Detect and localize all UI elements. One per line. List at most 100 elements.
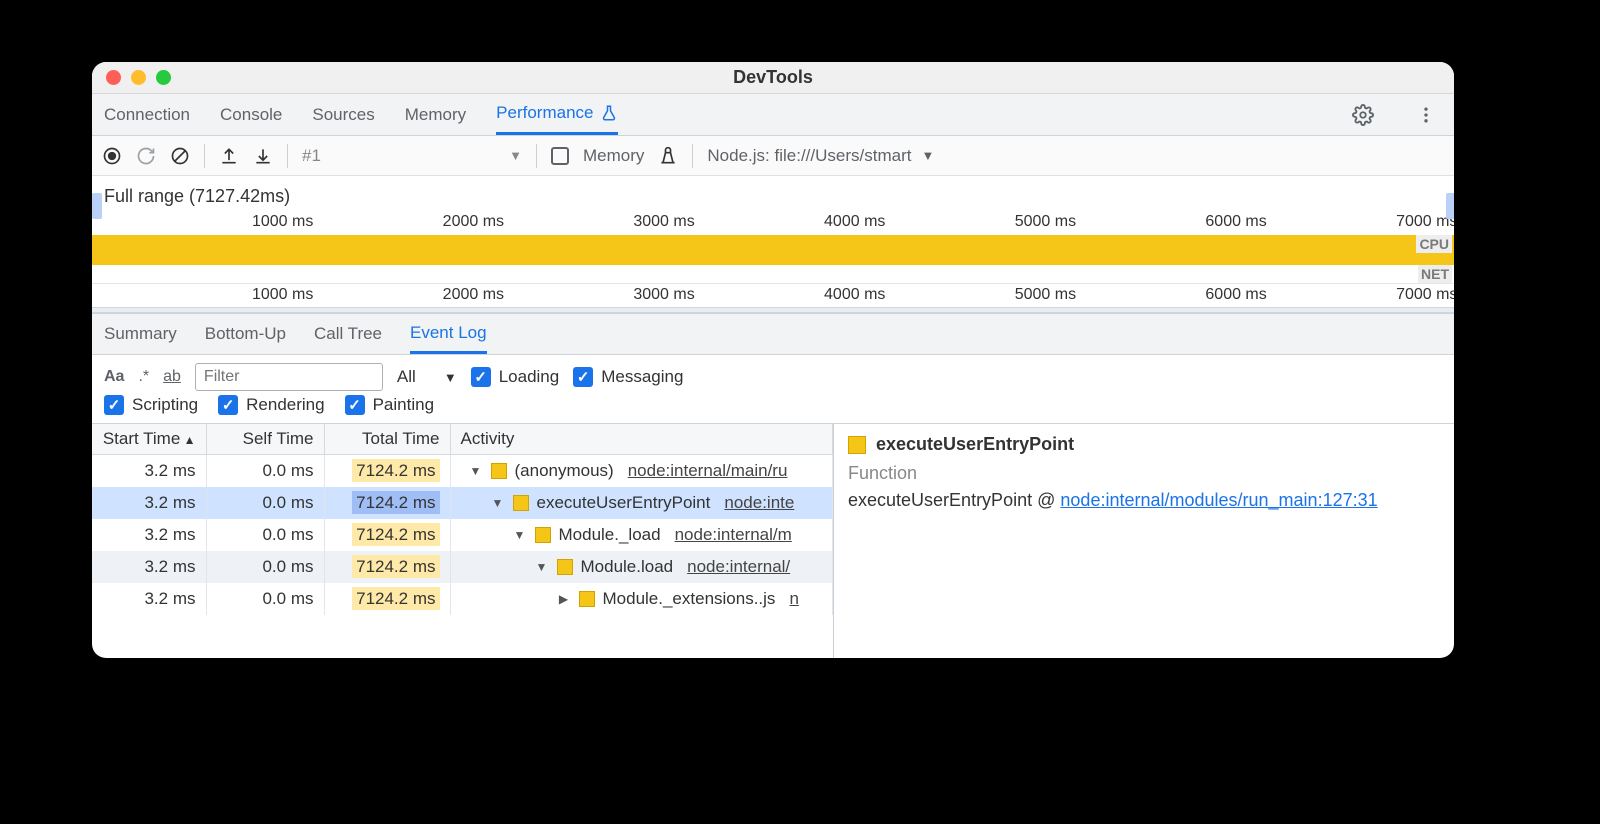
titlebar: DevTools <box>92 62 1454 94</box>
scripting-checkbox[interactable]: ✓ Scripting <box>104 395 198 415</box>
activity-name: executeUserEntryPoint <box>537 493 711 513</box>
net-label: NET <box>1418 265 1452 283</box>
activity-name: Module.load <box>581 557 674 577</box>
activity-source-link[interactable]: node:internal/ <box>687 557 790 577</box>
column-activity[interactable]: Activity <box>450 424 833 455</box>
window-title: DevTools <box>92 67 1454 88</box>
tab-summary[interactable]: Summary <box>104 314 177 354</box>
table-row[interactable]: 3.2 ms0.0 ms7124.2 ms▶Module._extensions… <box>92 583 833 615</box>
event-log-table: Start Time Self Time Total Time Activity… <box>92 424 834 658</box>
filter-row-2: ✓ Scripting ✓ Rendering ✓ Painting <box>92 395 1454 423</box>
tick-label: 5000 ms <box>1015 286 1076 304</box>
tick-label: 2000 ms <box>443 213 504 231</box>
scripting-color-swatch <box>513 495 529 511</box>
tick-label: 3000 ms <box>633 286 694 304</box>
chevron-down-icon: ▼ <box>921 148 934 163</box>
checkbox-checked-icon: ✓ <box>345 395 365 415</box>
upload-profile-button[interactable] <box>219 146 239 166</box>
session-selector-label: #1 <box>302 146 321 166</box>
collect-garbage-button[interactable] <box>658 146 678 166</box>
tab-performance[interactable]: Performance <box>496 94 617 135</box>
table-row[interactable]: 3.2 ms0.0 ms7124.2 ms▼Module.loadnode:in… <box>92 551 833 583</box>
bottom-split: Start Time Self Time Total Time Activity… <box>92 423 1454 658</box>
tick-label: 1000 ms <box>252 286 313 304</box>
activity-source-link[interactable]: node:internal/m <box>675 525 792 545</box>
tick-label: 5000 ms <box>1015 213 1076 231</box>
checkbox-checked-icon: ✓ <box>104 395 124 415</box>
memory-checkbox[interactable]: Memory <box>551 146 644 166</box>
details-source-link[interactable]: node:internal/modules/run_main:127:31 <box>1060 490 1377 510</box>
tab-memory[interactable]: Memory <box>405 94 466 135</box>
details-at: @ <box>1037 490 1055 510</box>
column-start-time[interactable]: Start Time <box>92 424 206 455</box>
target-selector[interactable]: Node.js: file:///Users/stmart ▼ <box>707 146 934 166</box>
scripting-color-swatch <box>557 559 573 575</box>
cpu-label: CPU <box>1416 235 1452 253</box>
scripting-color-swatch <box>579 591 595 607</box>
cpu-usage-bar <box>92 235 1454 265</box>
tick-label: 4000 ms <box>824 286 885 304</box>
memory-checkbox-label: Memory <box>583 146 644 166</box>
tab-sources[interactable]: Sources <box>312 94 374 135</box>
disclosure-triangle-icon[interactable]: ▼ <box>491 496 505 510</box>
messaging-checkbox[interactable]: ✓ Messaging <box>573 367 683 387</box>
chevron-down-icon: ▼ <box>444 370 457 385</box>
settings-button[interactable] <box>1346 100 1380 130</box>
main-tabs: Connection Console Sources Memory Perfor… <box>92 94 1454 136</box>
painting-checkbox[interactable]: ✓ Painting <box>345 395 434 415</box>
clear-button[interactable] <box>170 146 190 166</box>
scripting-color-swatch <box>535 527 551 543</box>
match-whole-word-button[interactable]: ab <box>163 368 181 386</box>
details-title: executeUserEntryPoint <box>876 434 1074 455</box>
tab-connection[interactable]: Connection <box>104 94 190 135</box>
scripting-color-swatch <box>848 436 866 454</box>
overview-ruler-bottom: 1000 ms 2000 ms 3000 ms 4000 ms 5000 ms … <box>92 283 1454 307</box>
activity-source-link[interactable]: node:internal/main/ru <box>628 461 788 481</box>
column-total-time[interactable]: Total Time <box>324 424 450 455</box>
tab-call-tree[interactable]: Call Tree <box>314 314 382 354</box>
details-source-line: executeUserEntryPoint @ node:internal/mo… <box>848 490 1440 511</box>
devtools-window: DevTools Connection Console Sources Memo… <box>92 62 1454 658</box>
disclosure-triangle-icon[interactable]: ▼ <box>535 560 549 574</box>
range-label: Full range (7127.42ms) <box>92 176 1454 213</box>
record-button[interactable] <box>102 146 122 166</box>
target-selector-label: Node.js: file:///Users/stmart <box>707 146 911 166</box>
activity-source-link[interactable]: n <box>789 589 798 609</box>
details-fn-name: executeUserEntryPoint <box>848 490 1032 510</box>
filter-input[interactable] <box>195 363 383 391</box>
loading-checkbox[interactable]: ✓ Loading <box>471 367 560 387</box>
tick-label: 3000 ms <box>633 213 694 231</box>
scripting-checkbox-label: Scripting <box>132 395 198 415</box>
table-row[interactable]: 3.2 ms0.0 ms7124.2 ms▼(anonymous)node:in… <box>92 455 833 488</box>
download-profile-button[interactable] <box>253 146 273 166</box>
tick-label: 7000 ms <box>1396 286 1454 304</box>
tab-bottom-up[interactable]: Bottom-Up <box>205 314 286 354</box>
activity-name: Module._load <box>559 525 661 545</box>
regex-button[interactable]: .* <box>138 368 149 386</box>
tab-performance-label: Performance <box>496 103 593 123</box>
table-row[interactable]: 3.2 ms0.0 ms7124.2 ms▼Module._loadnode:i… <box>92 519 833 551</box>
timeline-overview[interactable]: 1000 ms 2000 ms 3000 ms 4000 ms 5000 ms … <box>92 213 1454 307</box>
kebab-menu-button[interactable] <box>1410 101 1442 129</box>
table-row[interactable]: 3.2 ms0.0 ms7124.2 ms▼executeUserEntryPo… <box>92 487 833 519</box>
painting-checkbox-label: Painting <box>373 395 434 415</box>
activity-source-link[interactable]: node:inte <box>724 493 794 513</box>
disclosure-triangle-icon[interactable]: ▼ <box>513 528 527 542</box>
activity-name: Module._extensions..js <box>603 589 776 609</box>
column-self-time[interactable]: Self Time <box>206 424 324 455</box>
scope-dropdown[interactable]: All ▼ <box>397 367 457 387</box>
detail-tabs: Summary Bottom-Up Call Tree Event Log <box>92 313 1454 355</box>
tab-event-log[interactable]: Event Log <box>410 314 487 354</box>
disclosure-triangle-icon[interactable]: ▼ <box>469 464 483 478</box>
range-handle-right[interactable] <box>1446 193 1454 219</box>
session-selector[interactable]: #1 ▼ <box>302 146 522 166</box>
scope-dropdown-label: All <box>397 367 416 387</box>
range-handle-left[interactable] <box>92 193 102 219</box>
disclosure-triangle-icon[interactable]: ▶ <box>557 592 571 606</box>
overview-ruler-top: 1000 ms 2000 ms 3000 ms 4000 ms 5000 ms … <box>92 213 1454 233</box>
reload-and-record-button[interactable] <box>136 146 156 166</box>
performance-toolbar: #1 ▼ Memory Node.js: file:///Users/stmar… <box>92 136 1454 176</box>
rendering-checkbox[interactable]: ✓ Rendering <box>218 395 324 415</box>
match-case-button[interactable]: Aa <box>104 368 124 386</box>
tab-console[interactable]: Console <box>220 94 282 135</box>
